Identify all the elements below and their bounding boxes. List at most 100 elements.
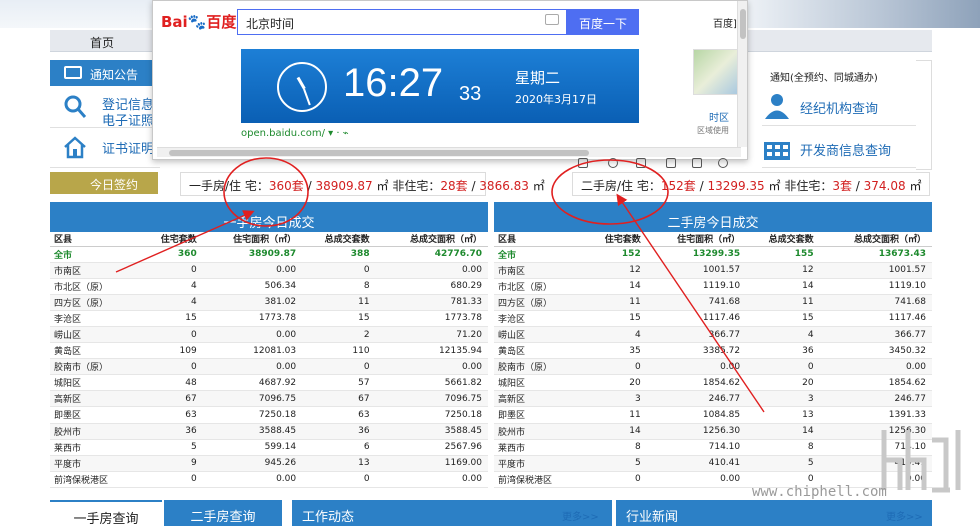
link-label-line2: 电子证照: [102, 114, 155, 129]
developer-query-link[interactable]: 开发商信息查询: [762, 130, 916, 168]
table-cell: 20: [586, 374, 647, 392]
agency-query-link[interactable]: 经纪机构查询: [762, 88, 916, 126]
table-cell: 1117.46: [646, 310, 747, 327]
table-row: 莱西市 5 599.14 6 2567.96: [50, 439, 488, 456]
table-cell: 13: [302, 455, 376, 472]
table-cell: 48: [142, 374, 203, 392]
table-cell: 9: [142, 455, 203, 472]
table-cell: 0: [142, 358, 203, 376]
column-header: 住宅面积（㎡）: [646, 232, 747, 247]
copy-icon[interactable]: [692, 158, 702, 168]
today-sign-button[interactable]: 今日签约: [50, 172, 158, 194]
summary-res-count: 152套: [660, 179, 696, 193]
table-cell: 36: [302, 423, 376, 440]
camera-icon[interactable]: [545, 14, 559, 25]
share-icon[interactable]: [666, 158, 676, 168]
notice-header[interactable]: 通知公告: [50, 60, 160, 86]
table-cell: 36: [142, 423, 203, 440]
table-cell: 13: [746, 406, 820, 424]
tab-used-house-query[interactable]: 二手房查询: [164, 500, 282, 526]
table-cell: 67: [302, 390, 376, 408]
table-cell: 平度市: [50, 455, 143, 472]
column-header: 总成交面积（㎡）: [819, 232, 932, 247]
table-cell: 8: [586, 439, 647, 456]
table-cell: 42776.70: [375, 246, 488, 263]
search-input[interactable]: 北京时间: [237, 9, 567, 35]
more-link[interactable]: 更多>>: [562, 508, 599, 523]
agency-query-label: 经纪机构查询: [800, 102, 879, 117]
total-row: 全市 360 38909.87 388 42776.70: [50, 246, 488, 263]
table-cell: 李沧区: [50, 310, 143, 327]
source-url[interactable]: open.baidu.com/ ▾ · ⌁: [241, 128, 349, 139]
nav-home[interactable]: 首页: [90, 34, 114, 51]
delete-icon[interactable]: [636, 158, 646, 168]
person-icon: [765, 94, 789, 119]
table-cell: 胶州市: [494, 423, 587, 440]
table-cell: 8: [302, 278, 376, 295]
right-notice-text[interactable]: 通知(全预约、同城通办): [770, 69, 878, 84]
table-cell: 城阳区: [50, 374, 143, 392]
table-cell: 0: [142, 471, 203, 488]
table-cell: 3588.45: [202, 423, 303, 440]
vertical-scrollbar[interactable]: [737, 1, 747, 147]
search-button[interactable]: 百度一下: [567, 9, 639, 35]
table-cell: 15: [746, 310, 820, 327]
scroll-thumb[interactable]: [740, 9, 746, 39]
search-person-icon: [64, 95, 87, 118]
timezone-link[interactable]: 时区: [709, 109, 729, 124]
table-cell: 即墨区: [494, 406, 587, 424]
registration-info-link[interactable]: 登记信息 电子证照: [50, 88, 160, 129]
table-row: 市北区（原） 14 1119.10 14 1119.10: [494, 278, 932, 295]
new-house-summary: 一手房/住 宅：360套 / 38909.87 ㎡ 非住宅：28套 / 3866…: [180, 172, 545, 196]
table-cell: 3385.72: [646, 342, 747, 360]
tab-new-house-query[interactable]: 一手房查询: [50, 500, 162, 526]
work-news-title: 工作动态: [302, 510, 355, 525]
table-row: 城阳区 20 1854.62 20 1854.62: [494, 374, 932, 392]
search-icon[interactable]: [718, 158, 728, 168]
overlay-toolbar: [578, 158, 738, 172]
table-cell: 35: [586, 342, 647, 360]
table-cell: 0.00: [375, 262, 488, 279]
table-cell: 0.00: [202, 326, 303, 344]
table-cell: 4687.92: [202, 374, 303, 392]
table-cell: 1169.00: [375, 455, 488, 472]
edit-icon[interactable]: [578, 158, 588, 168]
house-icon: [64, 136, 86, 159]
data-table: 区县 住宅套数 住宅面积（㎡） 总成交套数 总成交面积（㎡） 全市 152 13299.35…: [494, 232, 932, 488]
summary-unit: ㎡ 非住宅：: [372, 179, 441, 193]
table-cell: 全市: [50, 246, 143, 263]
table-cell: 胶州市: [50, 423, 143, 440]
column-header: 住宅面积（㎡）: [202, 232, 303, 247]
history-icon[interactable]: [608, 158, 618, 168]
baidu-popup: Bai🐾百度 北京时间 百度一下 百度] 16:27 33 星期二 2020年3…: [152, 0, 748, 160]
table-row: 四方区（原） 11 741.68 11 741.68: [494, 294, 932, 311]
horizontal-scrollbar[interactable]: [157, 147, 741, 157]
table-cell: 12135.94: [375, 342, 488, 360]
column-header: 住宅套数: [586, 232, 647, 247]
table-cell: 67: [142, 390, 203, 408]
table-cell: 0.00: [819, 358, 932, 376]
table-row: 崂山区 4 366.77 4 366.77: [494, 326, 932, 344]
table-cell: 781.33: [375, 294, 488, 311]
more-link[interactable]: 更多>>: [886, 508, 923, 523]
summary-sep: /: [467, 179, 480, 193]
summary-res-area: 38909.87: [315, 179, 373, 193]
table-cell: 四方区（原）: [494, 294, 587, 311]
scroll-thumb[interactable]: [169, 150, 589, 156]
table-cell: 1773.78: [202, 310, 303, 327]
table-cell: 前湾保税港区: [50, 471, 143, 488]
certificate-link[interactable]: 证书证明: [50, 128, 160, 168]
summary-unit: ㎡: [528, 179, 545, 193]
table-cell: 11: [586, 294, 647, 311]
summary-non-count: 28套: [440, 179, 468, 193]
clock-icon: [277, 62, 327, 112]
table-cell: 71.20: [375, 326, 488, 344]
timezone-map-thumbnail[interactable]: [693, 49, 739, 95]
table-cell: 0: [586, 358, 647, 376]
sign-label: 今日签约: [90, 178, 139, 192]
developer-query-label: 开发商信息查询: [800, 144, 892, 159]
table-cell: 57: [302, 374, 376, 392]
table-cell: 506.34: [202, 278, 303, 295]
table-cell: 1119.10: [819, 278, 932, 295]
table-cell: 高新区: [494, 390, 587, 408]
